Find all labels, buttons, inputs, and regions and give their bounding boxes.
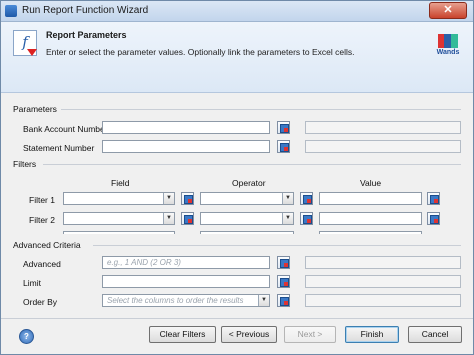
link-cell-icon[interactable]: [427, 192, 440, 205]
previous-button[interactable]: < Previous: [221, 326, 277, 343]
parameters-section-label: Parameters: [13, 104, 57, 114]
chevron-down-icon: ▼: [282, 193, 293, 204]
footer-divider: [1, 318, 473, 319]
chevron-down-icon: ▼: [282, 213, 293, 224]
link-cell-icon[interactable]: [300, 212, 313, 225]
wands-logo: Wands: [435, 34, 461, 60]
parameters-divider: [61, 109, 461, 110]
filter-2-operator-dropdown[interactable]: ▼: [200, 212, 294, 225]
header-title: Report Parameters: [46, 30, 127, 40]
advanced-section-label: Advanced Criteria: [13, 240, 81, 250]
filter-2-value-input[interactable]: [319, 212, 422, 225]
filter-2-label: Filter 2: [29, 215, 55, 225]
chevron-down-icon: ▼: [163, 193, 174, 204]
filter-1-operator-dropdown[interactable]: ▼: [200, 192, 294, 205]
next-button: Next >: [284, 326, 336, 343]
filter-row-overflow: [63, 231, 443, 234]
wizard-window: Run Report Function Wizard ✕ f Report Pa…: [0, 0, 474, 355]
statement-number-label: Statement Number: [23, 143, 95, 153]
bank-account-cell-ref: [305, 121, 461, 134]
order-by-cell-ref: [305, 294, 461, 307]
filter-2-field-dropdown[interactable]: ▼: [63, 212, 175, 225]
help-icon[interactable]: ?: [19, 329, 34, 344]
filter-1-value-input[interactable]: [319, 192, 422, 205]
wizard-header: f Report Parameters Enter or select the …: [1, 22, 473, 93]
chevron-down-icon: ▼: [258, 295, 269, 306]
filter-1-field-dropdown[interactable]: ▼: [63, 192, 175, 205]
link-cell-icon[interactable]: [181, 212, 194, 225]
clear-filters-button[interactable]: Clear Filters: [149, 326, 216, 343]
link-cell-icon[interactable]: [277, 275, 290, 288]
order-by-placeholder: Select the columns to order the results: [107, 296, 244, 305]
filter-3-operator-dropdown[interactable]: [200, 231, 294, 234]
advanced-placeholder: e.g., 1 AND (2 OR 3): [107, 258, 181, 267]
cancel-button[interactable]: Cancel: [408, 326, 462, 343]
link-cell-icon[interactable]: [427, 212, 440, 225]
limit-label: Limit: [23, 278, 41, 288]
window-title: Run Report Function Wizard: [22, 5, 149, 16]
filters-divider: [43, 164, 461, 165]
operator-column-header: Operator: [232, 178, 266, 188]
close-button[interactable]: ✕: [429, 2, 467, 19]
header-description: Enter or select the parameter values. Op…: [46, 47, 355, 57]
filter-3-field-dropdown[interactable]: [63, 231, 175, 234]
filter-3-value-input[interactable]: [319, 231, 422, 234]
advanced-divider: [93, 245, 461, 246]
link-cell-icon[interactable]: [277, 140, 290, 153]
statement-number-cell-ref: [305, 140, 461, 153]
logo-text: Wands: [436, 49, 460, 56]
finish-button[interactable]: Finish: [345, 326, 399, 343]
field-column-header: Field: [111, 178, 130, 188]
limit-cell-ref: [305, 275, 461, 288]
advanced-input[interactable]: e.g., 1 AND (2 OR 3): [102, 256, 270, 269]
advanced-cell-ref: [305, 256, 461, 269]
bank-account-label: Bank Account Number: [23, 124, 108, 134]
link-cell-icon[interactable]: [277, 256, 290, 269]
filter-1-label: Filter 1: [29, 195, 55, 205]
down-arrow-icon: [27, 49, 37, 56]
link-cell-icon[interactable]: [277, 294, 290, 307]
statement-number-input[interactable]: [102, 140, 270, 153]
bank-account-input[interactable]: [102, 121, 270, 134]
logo-mark-icon: [438, 34, 458, 48]
order-by-label: Order By: [23, 297, 58, 307]
value-column-header: Value: [360, 178, 382, 188]
app-icon: [5, 5, 17, 17]
filters-section-label: Filters: [13, 159, 37, 169]
advanced-label: Advanced: [23, 259, 61, 269]
link-cell-icon[interactable]: [277, 121, 290, 134]
title-bar: Run Report Function Wizard ✕: [1, 1, 473, 22]
link-cell-icon[interactable]: [300, 192, 313, 205]
link-cell-icon[interactable]: [181, 192, 194, 205]
order-by-dropdown[interactable]: Select the columns to order the results …: [102, 294, 270, 307]
chevron-down-icon: ▼: [163, 213, 174, 224]
limit-input[interactable]: [102, 275, 270, 288]
